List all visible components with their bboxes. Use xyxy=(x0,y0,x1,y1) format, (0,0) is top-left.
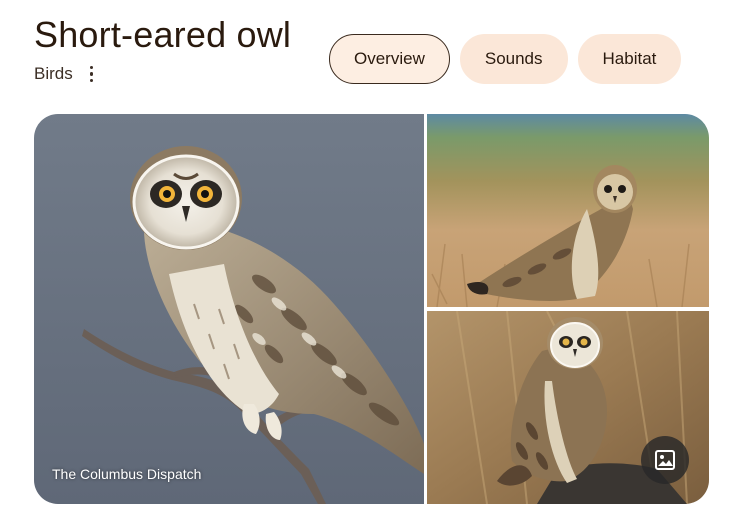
tab-sounds[interactable]: Sounds xyxy=(459,34,568,84)
owl-grassland-photo[interactable] xyxy=(427,114,709,307)
subtitle-row: Birds xyxy=(34,64,99,84)
image-icon xyxy=(655,450,675,470)
page-title: Short-eared owl xyxy=(34,14,292,55)
view-images-button[interactable] xyxy=(641,436,689,484)
tab-overview[interactable]: Overview xyxy=(329,34,450,84)
category-label: Birds xyxy=(34,64,73,83)
image-gallery: The Columbus Dispatch xyxy=(34,114,709,504)
photo-credit: The Columbus Dispatch xyxy=(52,466,202,482)
main-owl-photo[interactable]: The Columbus Dispatch xyxy=(34,114,424,504)
more-options-icon[interactable] xyxy=(85,64,99,84)
tab-habitat[interactable]: Habitat xyxy=(577,34,682,84)
tab-bar: Overview Sounds Habitat xyxy=(329,34,682,84)
